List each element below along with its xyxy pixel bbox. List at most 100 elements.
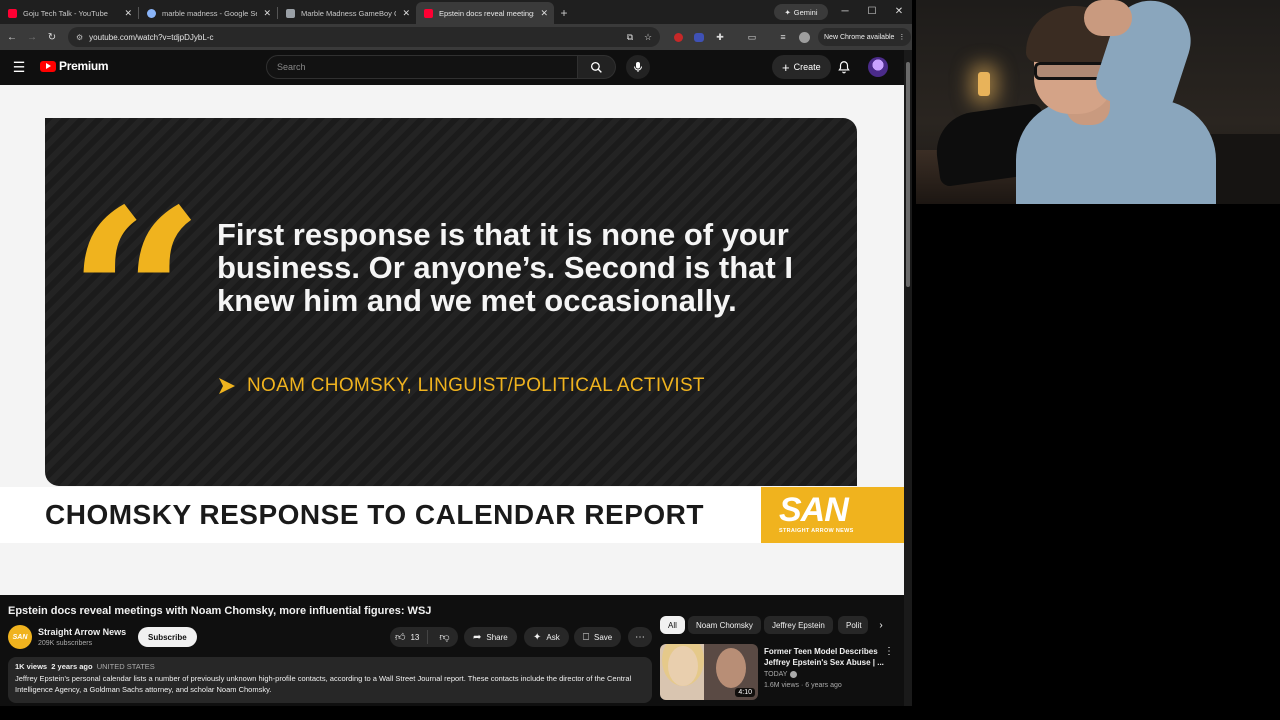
voice-search-button[interactable] bbox=[626, 55, 650, 79]
chip-politics[interactable]: Polit bbox=[838, 616, 868, 634]
banner-headline: CHOMSKY RESPONSE TO CALENDAR REPORT bbox=[45, 499, 704, 530]
site-info-icon[interactable]: ⚙ bbox=[76, 33, 83, 42]
webcam-person-hand bbox=[1084, 0, 1132, 36]
update-label: New Chrome available bbox=[824, 33, 895, 41]
new-tab-button[interactable]: + bbox=[554, 2, 574, 24]
save-button[interactable]: ⎕ Save bbox=[574, 627, 622, 647]
chevron-right-icon[interactable]: › bbox=[872, 616, 890, 634]
close-icon[interactable]: ✕ bbox=[263, 8, 271, 19]
country-label: UNITED STATES bbox=[96, 662, 155, 671]
hamburger-menu-icon[interactable]: ☰ bbox=[10, 58, 28, 76]
tab-title: Epstein docs reveal meetings w bbox=[439, 8, 535, 18]
description-box[interactable]: 1K views 2 years ago UNITED STATES Jeffr… bbox=[8, 657, 652, 703]
extension-red-icon[interactable] bbox=[670, 29, 686, 45]
youtube-play-icon bbox=[40, 60, 56, 72]
san-logo-subtext: STRAIGHT ARROW NEWS bbox=[779, 528, 854, 534]
close-icon[interactable]: ✕ bbox=[540, 8, 548, 19]
back-icon[interactable]: ← bbox=[2, 27, 22, 47]
notifications-bell-icon[interactable] bbox=[834, 57, 854, 77]
window-close-icon[interactable]: ✕ bbox=[890, 3, 908, 19]
channel-avatar[interactable]: SAN bbox=[8, 625, 32, 649]
create-button[interactable]: + Create bbox=[772, 55, 831, 79]
bookmark-star-icon[interactable]: ☆ bbox=[640, 29, 656, 45]
quote-text: First response is that it is none of you… bbox=[217, 217, 793, 318]
verified-badge-icon bbox=[790, 671, 798, 678]
youtube-favicon-icon bbox=[424, 8, 433, 18]
gemini-label: Gemini bbox=[793, 7, 818, 17]
plus-icon: + bbox=[782, 59, 790, 75]
page-scrollbar[interactable] bbox=[904, 50, 912, 706]
maximize-icon[interactable]: ☐ bbox=[863, 3, 881, 19]
browser-tab-2[interactable]: marble madness - Google Sear ✕ bbox=[139, 2, 277, 24]
browser-tab-1[interactable]: Goju Tech Talk - YouTube ✕ bbox=[0, 2, 138, 24]
thumbnail-person-right bbox=[716, 648, 746, 688]
chip-jeffrey-epstein[interactable]: Jeffrey Epstein bbox=[764, 616, 833, 634]
close-icon[interactable]: ✕ bbox=[124, 8, 132, 19]
empty-desktop-area bbox=[916, 204, 1280, 720]
sparkle-icon: ✦ bbox=[533, 631, 542, 643]
ask-button[interactable]: ✦ Ask bbox=[524, 627, 569, 647]
more-horiz-icon: ⋯ bbox=[635, 631, 645, 643]
like-dislike-group: 👍︎ 13 👎︎ bbox=[390, 627, 458, 647]
more-actions-button[interactable]: ⋯ bbox=[628, 627, 652, 647]
logo-label: Premium bbox=[59, 59, 109, 73]
thumbnail-person-left bbox=[668, 646, 698, 686]
chip-all[interactable]: All bbox=[660, 616, 685, 634]
search-placeholder: Search bbox=[277, 62, 306, 72]
browser-tab-3[interactable]: Marble Madness GameBoy Colo ✕ bbox=[278, 2, 416, 24]
extension-blue-icon[interactable] bbox=[691, 29, 707, 45]
channel-avatar-text: SAN bbox=[12, 633, 28, 641]
thumbs-up-icon: 👍︎ bbox=[395, 632, 406, 643]
sparkle-icon: ✦ bbox=[784, 7, 791, 17]
quotation-mark-icon: “ bbox=[67, 157, 206, 439]
reload-icon[interactable]: ↻ bbox=[42, 27, 62, 47]
recommendation-channel[interactable]: TODAY bbox=[764, 671, 798, 678]
quote-card: “ First response is that it is none of y… bbox=[45, 118, 857, 486]
media-controls-icon[interactable]: ≡ bbox=[775, 29, 791, 45]
channel-name[interactable]: Straight Arrow News bbox=[38, 627, 126, 637]
video-player[interactable]: “ First response is that it is none of y… bbox=[0, 85, 904, 595]
quote-attribution: NOAM CHOMSKY, LINGUIST/POLITICAL ACTIVIS… bbox=[217, 375, 705, 397]
youtube-page: ☰ Premium Search + Create “ First respon… bbox=[0, 50, 904, 706]
san-logo-text: SAN bbox=[779, 491, 849, 529]
play-arrow-icon bbox=[219, 378, 235, 394]
recommendation-meta: 1.6M views · 6 years ago bbox=[764, 682, 842, 689]
description-meta: 1K views 2 years ago UNITED STATES bbox=[15, 661, 645, 673]
address-bar[interactable]: ⚙ youtube.com/watch?v=tdjpDJybL-c bbox=[68, 27, 660, 47]
tab-title: marble madness - Google Sear bbox=[162, 8, 258, 18]
webcam-person-body bbox=[1016, 100, 1216, 204]
dislike-button[interactable]: 👎︎ bbox=[433, 631, 457, 643]
share-button[interactable]: ➦ Share bbox=[464, 627, 517, 647]
youtube-logo[interactable]: Premium bbox=[40, 59, 109, 73]
recommendation-thumbnail[interactable]: 4:10 bbox=[660, 644, 758, 700]
sidebar-toggle-icon[interactable]: ▭ bbox=[744, 29, 760, 45]
new-chrome-available-button[interactable]: New Chrome available ⋮ bbox=[818, 28, 912, 46]
share-arrow-icon: ➦ bbox=[473, 631, 482, 643]
address-toolbar: ← → ↻ ⚙ youtube.com/watch?v=tdjpDJybL-c … bbox=[0, 24, 912, 50]
subscriber-count: 209K subscribers bbox=[38, 640, 93, 647]
like-button[interactable]: 👍︎ 13 bbox=[390, 630, 429, 644]
search-input[interactable]: Search bbox=[266, 55, 578, 79]
gemini-button[interactable]: ✦ Gemini bbox=[774, 4, 828, 20]
install-app-icon[interactable]: ⧉ bbox=[622, 29, 638, 45]
video-title: Epstein docs reveal meetings with Noam C… bbox=[8, 605, 432, 617]
browser-tab-active[interactable]: Epstein docs reveal meetings w ✕ bbox=[416, 2, 554, 24]
close-icon[interactable]: ✕ bbox=[402, 8, 410, 19]
upload-age: 2 years ago bbox=[51, 662, 93, 671]
browser-window: Goju Tech Talk - YouTube ✕ marble madnes… bbox=[0, 0, 912, 706]
minimize-icon[interactable]: ─ bbox=[836, 3, 854, 19]
search-button[interactable] bbox=[578, 55, 616, 79]
chip-noam-chomsky[interactable]: Noam Chomsky bbox=[688, 616, 761, 634]
forward-icon[interactable]: → bbox=[22, 27, 42, 47]
bookmark-icon: ⎕ bbox=[583, 631, 589, 643]
recommendation-title[interactable]: Former Teen Model Describes Jeffrey Epst… bbox=[764, 646, 884, 668]
kebab-menu-icon[interactable]: ⋮ bbox=[884, 646, 894, 657]
youtube-masthead: ☰ Premium Search + Create bbox=[0, 50, 904, 84]
subscribe-button[interactable]: Subscribe bbox=[138, 627, 197, 647]
extensions-puzzle-icon[interactable]: ✚ bbox=[712, 29, 728, 45]
video-duration: 4:10 bbox=[735, 688, 755, 697]
scrollbar-thumb[interactable] bbox=[906, 62, 910, 287]
webcam-lamp bbox=[978, 72, 990, 96]
profile-icon[interactable] bbox=[796, 29, 812, 45]
account-avatar[interactable] bbox=[868, 57, 888, 77]
